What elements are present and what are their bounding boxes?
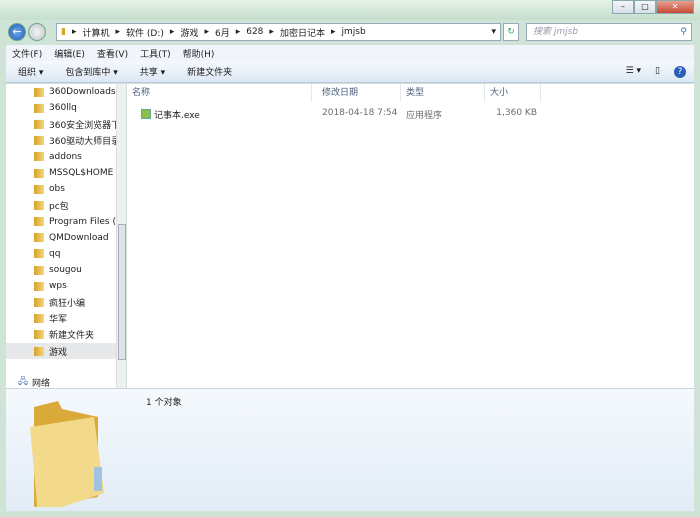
dropdown-icon[interactable]: ▾ [491,27,496,37]
nav-folder-item[interactable]: addons [6,149,126,165]
back-button[interactable]: ← [8,23,26,41]
nav-folder-item[interactable]: Program Files (x [6,214,126,230]
folder-icon [34,200,44,210]
menu-view[interactable]: 查看(V) [97,47,128,60]
folder-icon [34,233,44,243]
organize-button[interactable]: 组织 ▾ [18,65,43,78]
folder-icon [34,346,44,356]
breadcrumb[interactable]: jmjsb [342,27,366,37]
details-pane: 1 个对象 [6,388,694,511]
breadcrumb[interactable]: 628 [246,27,263,37]
nav-folder-item[interactable]: MSSQL$HOME [6,165,126,181]
breadcrumb[interactable]: 计算机 [82,26,109,39]
share-button[interactable]: 共享 ▾ [140,65,165,78]
nav-folder-item[interactable]: QMDownload [6,230,126,246]
nav-folder-item[interactable]: 新建文件夹 [6,327,126,343]
preview-pane-icon[interactable]: ▯ [655,66,660,78]
nav-folder-item[interactable]: obs [6,181,126,197]
folder-icon [34,184,44,194]
breadcrumb[interactable]: 软件 (D:) [126,26,164,39]
folder-icon [34,103,44,113]
refresh-button[interactable]: ↻ [503,23,519,41]
folder-icon [34,330,44,340]
address-bar[interactable]: ▮ ▸ 计算机 ▸ 软件 (D:) ▸ 游戏 ▸ 6月 ▸ 628 ▸ 加密日记本 ▸ jmj… [56,23,501,41]
nav-folder-item[interactable]: sougou [6,262,126,278]
folder-icon [34,281,44,291]
new-folder-button[interactable]: 新建文件夹 [187,65,232,78]
network-icon: 🖧 [18,377,29,387]
help-icon[interactable]: ? [674,65,686,78]
folder-icon [34,152,44,162]
folder-icon [34,298,44,308]
include-in-library-button[interactable]: 包含到库中 ▾ [65,65,117,78]
folder-icon [34,265,44,275]
minimize-button[interactable]: – [612,0,634,14]
folder-icon: ▮ [61,27,66,37]
close-button[interactable]: ✕ [656,0,694,14]
menu-bar: 文件(F) 编辑(E) 查看(V) 工具(T) 帮助(H) [6,45,694,61]
folder-icon [34,87,44,97]
nav-folder-item[interactable]: 360驱动大师目录 [6,133,126,149]
nav-folder-item[interactable]: 疯狂小编 [6,294,126,310]
nav-network[interactable]: 🖧 网络 [18,374,50,388]
file-list: 名称 修改日期 类型 大小 记事本.exe 2018-04-18 7:54 应用… [127,84,694,388]
nav-folder-item[interactable]: pc包 [6,197,126,213]
nav-folder-item[interactable]: 360安全浏览器下 [6,116,126,132]
folder-icon [34,119,44,129]
forward-button[interactable] [28,23,46,41]
folder-icon [30,401,104,507]
nav-folder-item[interactable]: qq [6,246,126,262]
folder-icon [34,314,44,324]
nav-folder-item[interactable]: 360Downloads [6,84,126,100]
nav-folder-item[interactable]: 游戏 [6,343,126,360]
column-type[interactable]: 类型 [401,84,485,102]
column-name[interactable]: 名称 [127,84,312,102]
menu-help[interactable]: 帮助(H) [183,47,215,60]
exe-icon [141,109,151,119]
title-bar: – □ ✕ [0,0,700,20]
breadcrumb[interactable]: 加密日记本 [280,26,325,39]
navigation-pane: 360Downloads 360llq 360安全浏览器下 360驱动大师目录 addo… [6,84,126,388]
item-count: 1 个对象 [146,398,182,408]
folder-icon [34,136,44,146]
nav-folder-item[interactable]: 华军 [6,311,126,327]
view-options-icon[interactable]: ☰ ▾ [626,66,641,78]
folder-icon [34,217,44,227]
search-icon: ⚲ [680,27,687,37]
folder-icon [34,249,44,259]
folder-icon [34,168,44,178]
search-input[interactable]: 搜索 jmjsb ⚲ [526,23,692,41]
column-date[interactable]: 修改日期 [317,84,401,102]
toolbar: 组织 ▾ 包含到库中 ▾ 共享 ▾ 新建文件夹 ☰ ▾ ▯ ? [6,61,694,83]
maximize-button[interactable]: □ [634,0,656,14]
breadcrumb[interactable]: 游戏 [180,26,198,39]
address-row: ← ▮ ▸ 计算机 ▸ 软件 (D:) ▸ 游戏 ▸ 6月 ▸ 628 ▸ 加密日记本 ▸ j… [0,20,700,44]
column-size[interactable]: 大小 [485,84,541,102]
nav-folder-item[interactable]: wps [6,278,126,294]
breadcrumb[interactable]: 6月 [215,26,230,39]
menu-edit[interactable]: 编辑(E) [54,47,85,60]
menu-file[interactable]: 文件(F) [12,47,42,60]
nav-folder-item[interactable]: 360llq [6,100,126,116]
menu-tools[interactable]: 工具(T) [140,47,171,60]
nav-scrollbar[interactable] [116,84,126,388]
